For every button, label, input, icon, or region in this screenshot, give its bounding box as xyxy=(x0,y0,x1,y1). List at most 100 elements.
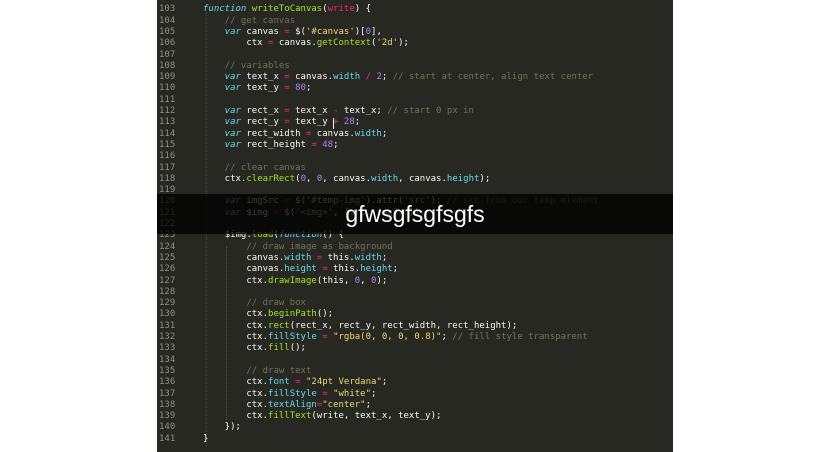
code-line[interactable]: 124 // draw image as background xyxy=(157,242,673,253)
code-token: this. xyxy=(322,252,355,263)
code-token: ; xyxy=(371,388,377,399)
code-token: '2d' xyxy=(376,38,399,49)
code-text: ctx.fill(); xyxy=(203,343,306,354)
code-token: width xyxy=(354,128,382,139)
code-token: rect_x xyxy=(246,106,285,116)
code-line[interactable]: 106 ctx = canvas.getContext('2d'); xyxy=(157,38,673,49)
code-line[interactable]: 140 }); xyxy=(157,422,673,433)
code-token: ; xyxy=(354,117,361,128)
code-token: text_y xyxy=(289,117,334,128)
code-line[interactable]: 113 var rect_y = text_y + 28; xyxy=(157,117,673,128)
code-token: ; xyxy=(381,252,388,263)
line-number: 135 xyxy=(159,365,176,376)
code-line[interactable]: 103 function writeToCanvas(write) { xyxy=(157,4,673,15)
code-line[interactable]: 105 var canvas = $('#canvas')[0], xyxy=(157,27,673,38)
line-number: 111 xyxy=(159,94,176,105)
code-token: width xyxy=(371,173,399,184)
code-line[interactable]: 134 xyxy=(157,355,673,366)
code-line[interactable]: 111 xyxy=(157,95,673,106)
caption-overlay: gfwsgfsgfsgfs xyxy=(157,194,673,234)
code-text: ctx.fillStyle = "white"; xyxy=(203,389,376,400)
line-number: 113 xyxy=(159,117,176,128)
code-token: ; xyxy=(381,377,388,388)
code-line[interactable]: 118 ctx.clearRect(0, 0, canvas.width, ca… xyxy=(157,174,673,185)
code-text: // draw text xyxy=(203,366,311,377)
code-line[interactable]: 139 ctx.fillText(write, text_x, text_y); xyxy=(157,411,673,422)
line-number: 105 xyxy=(159,26,176,37)
line-number: 112 xyxy=(159,106,176,116)
code-line[interactable]: 136 ctx.font = "24pt Verdana"; xyxy=(157,377,673,388)
code-token: // variables xyxy=(203,60,290,71)
code-token: } xyxy=(203,433,209,444)
code-token: "24pt Verdana" xyxy=(305,377,382,388)
code-line[interactable]: 131 ctx.rect(rect_x, rect_y, rect_width,… xyxy=(157,321,673,332)
code-token: this. xyxy=(327,264,361,275)
line-number: 118 xyxy=(159,173,176,184)
code-token: ctx. xyxy=(203,343,269,354)
code-token: canvas. xyxy=(203,252,285,263)
code-token: var xyxy=(203,106,247,116)
line-number: 136 xyxy=(159,377,176,388)
line-number: 140 xyxy=(159,422,176,433)
code-token: , canvas. xyxy=(322,173,372,184)
code-line[interactable]: 115 var rect_height = 48; xyxy=(157,140,673,151)
code-text: // draw box xyxy=(203,298,306,309)
code-line[interactable]: 133 ctx.fill(); xyxy=(157,343,673,354)
code-line[interactable]: 116 xyxy=(157,151,673,162)
code-line[interactable]: 132 ctx.fillStyle = "rgba(0, 0, 0, 0.8)"… xyxy=(157,332,673,343)
code-token: ctx. xyxy=(203,388,269,399)
code-token: var xyxy=(203,139,247,150)
code-text: ctx.rect(rect_x, rect_y, rect_width, rec… xyxy=(203,321,517,332)
code-line[interactable]: 108 // variables xyxy=(157,61,673,72)
code-token: ) { xyxy=(354,4,372,15)
code-token: getContext xyxy=(316,38,371,49)
code-text: ctx.fillStyle = "rgba(0, 0, 0, 0.8)"; //… xyxy=(203,332,587,343)
code-token: // get canvas xyxy=(203,15,296,26)
code-line[interactable]: 138 ctx.textAlign="center"; xyxy=(157,400,673,411)
code-line[interactable]: 109 var text_x = canvas.width / 2; // st… xyxy=(157,72,673,83)
code-token: canvas. xyxy=(203,264,285,275)
code-token: canvas. xyxy=(311,128,355,139)
code-text: var rect_y = text_y + 28; xyxy=(203,117,361,128)
code-line[interactable]: 135 // draw text xyxy=(157,366,673,377)
line-number: 124 xyxy=(159,241,176,252)
code-text: ctx.beginPath(); xyxy=(203,309,333,320)
code-line[interactable]: 126 canvas.height = this.height; xyxy=(157,264,673,275)
code-token: (this, xyxy=(316,275,355,286)
code-line[interactable]: 137 ctx.fillStyle = "white"; xyxy=(157,389,673,400)
line-number: 139 xyxy=(159,411,176,422)
code-text: }); xyxy=(203,422,241,433)
code-line[interactable]: 130 ctx.beginPath(); xyxy=(157,309,673,320)
code-token: ctx. xyxy=(203,320,269,331)
code-line[interactable]: 112 var rect_x = text_x - text_x; // sta… xyxy=(157,106,673,117)
code-token: ctx. xyxy=(203,332,269,342)
code-line[interactable]: 114 var rect_width = canvas.width; xyxy=(157,129,673,140)
code-text: var rect_width = canvas.width; xyxy=(203,128,388,140)
code-line[interactable]: 141} xyxy=(157,434,673,445)
line-number: 106 xyxy=(159,38,176,49)
code-token: // draw text xyxy=(203,365,312,376)
line-number: 133 xyxy=(159,343,176,354)
code-line[interactable]: 104 // get canvas xyxy=(157,16,673,27)
code-token: function xyxy=(203,4,252,15)
code-token: ], xyxy=(371,26,382,37)
code-line[interactable]: 117 // clear canvas xyxy=(157,163,673,174)
code-line[interactable]: 128 xyxy=(157,287,673,298)
code-token: "white" xyxy=(333,388,372,399)
code-token: ctx. xyxy=(203,275,269,286)
code-line[interactable]: 107 xyxy=(157,50,673,61)
code-line[interactable]: 110 var text_y = 80; xyxy=(157,83,673,94)
code-token: $( xyxy=(289,26,306,37)
code-line[interactable]: 127 ctx.drawImage(this, 0, 0); xyxy=(157,276,673,287)
code-token: )[ xyxy=(354,26,366,37)
code-token: fillStyle xyxy=(268,332,317,342)
code-token: 80 xyxy=(295,83,306,94)
code-line[interactable]: 125 canvas.width = this.width; xyxy=(157,253,673,264)
code-token: // start at center, align text center xyxy=(392,72,594,83)
code-token: var xyxy=(203,72,247,83)
line-number: 115 xyxy=(159,139,176,150)
code-token: , xyxy=(305,173,317,184)
code-text: canvas.height = this.height; xyxy=(203,264,398,275)
code-token: rect_y xyxy=(246,117,285,128)
code-line[interactable]: 129 // draw box xyxy=(157,298,673,309)
